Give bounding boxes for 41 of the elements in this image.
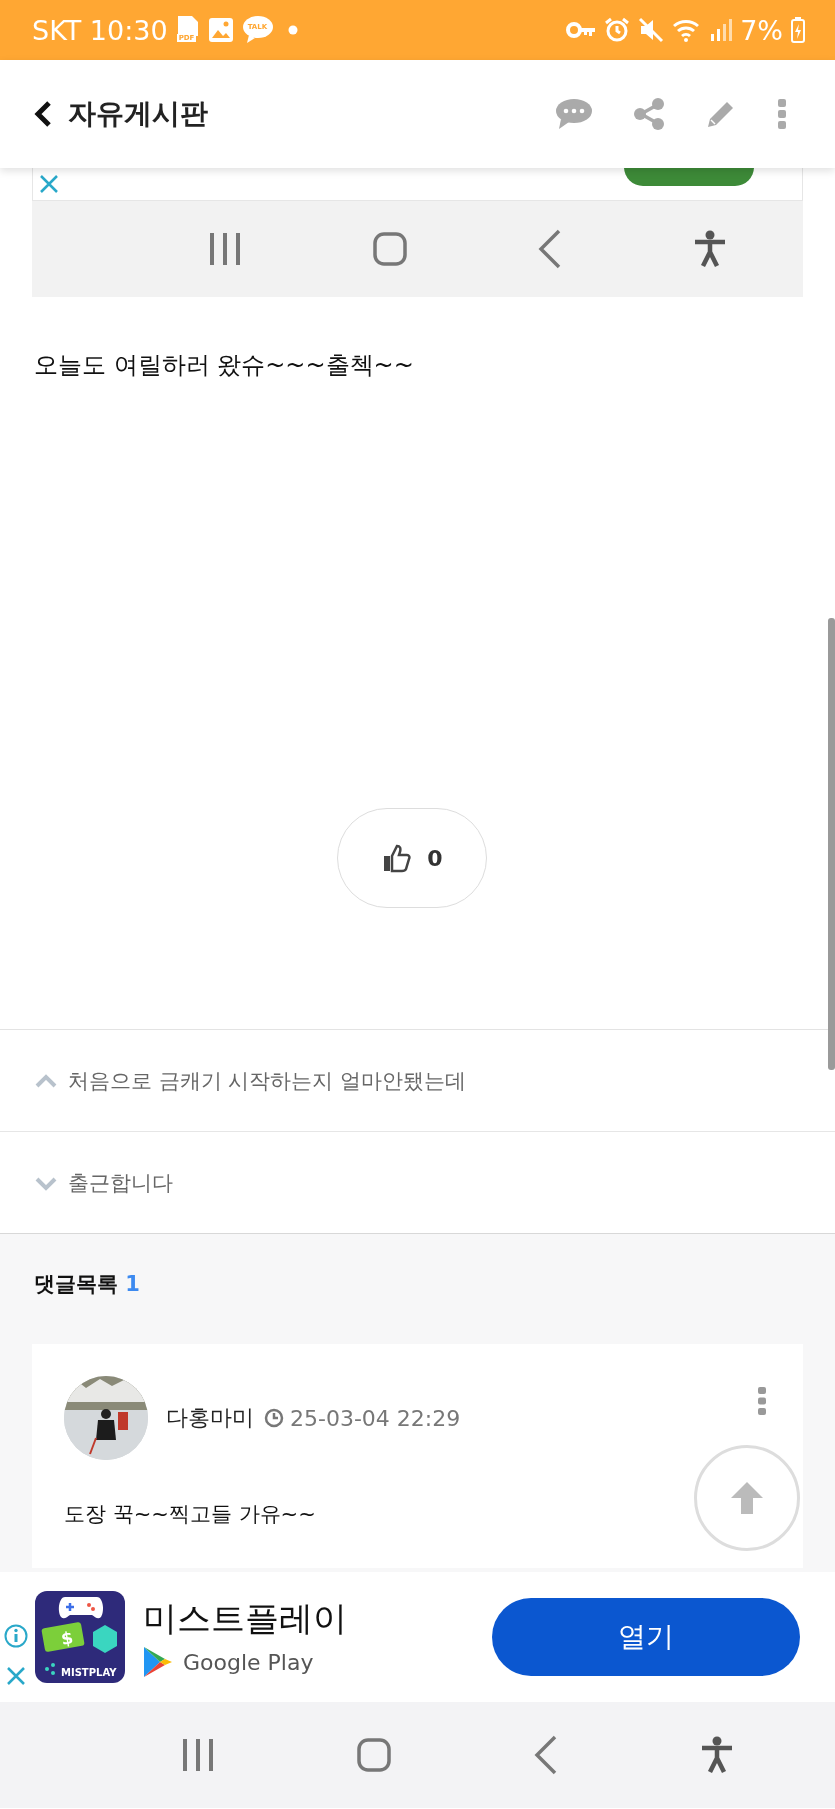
home-icon[interactable]	[357, 1738, 392, 1772]
more-menu-icon[interactable]	[757, 1386, 767, 1416]
mute-icon	[638, 17, 665, 43]
carrier-time: SKT 10:30	[32, 14, 168, 46]
home-icon[interactable]	[372, 232, 407, 266]
dot-icon	[287, 25, 298, 35]
close-icon[interactable]	[6, 1666, 26, 1686]
alarm-icon	[604, 17, 631, 43]
store-name: Google Play	[183, 1649, 314, 1675]
play-store-icon	[143, 1646, 173, 1678]
more-menu-icon[interactable]	[777, 98, 787, 130]
comment-time: 25-03-04 22:29	[290, 1405, 461, 1431]
back-icon[interactable]	[533, 1735, 558, 1775]
next-post-link[interactable]: 출근합니다	[34, 1168, 173, 1197]
image-icon	[207, 17, 234, 43]
open-button[interactable]: 열기	[492, 1598, 800, 1676]
previous-post-link[interactable]: 처음으로 금캐기 시작하는지 얼마안됐는데	[34, 1066, 467, 1095]
comment-icon[interactable]	[555, 98, 593, 130]
recent-apps-icon[interactable]	[181, 1737, 216, 1773]
share-icon[interactable]	[633, 98, 665, 130]
close-icon[interactable]	[39, 174, 59, 194]
post-body: 오늘도 여릴하러 왔슈~~~출첵~~	[34, 350, 415, 381]
app-name: 미스트플레이	[143, 1597, 347, 1640]
board-title: 자유게시판	[68, 96, 208, 132]
like-button[interactable]: 0	[337, 808, 487, 908]
back-button[interactable]	[32, 100, 54, 128]
accessibility-icon[interactable]	[693, 230, 728, 268]
recent-apps-icon[interactable]	[207, 231, 242, 267]
signal-icon	[710, 18, 733, 42]
app-icon: $ MISTPLAY	[35, 1591, 125, 1683]
thumbs-up-icon	[381, 843, 412, 873]
accessibility-icon[interactable]	[699, 1736, 734, 1774]
comment-author: 다홍마미	[166, 1404, 254, 1432]
key-icon	[566, 21, 597, 39]
battery-percent: 7%	[740, 14, 783, 46]
clock-icon	[264, 1408, 284, 1428]
comments-heading: 댓글목록 1	[33, 1271, 141, 1298]
info-icon[interactable]	[4, 1624, 28, 1648]
comment-text: 도장 꾹~~찍고들 가유~~	[64, 1501, 317, 1528]
back-icon[interactable]	[538, 229, 563, 269]
battery-charging-icon	[791, 17, 805, 43]
